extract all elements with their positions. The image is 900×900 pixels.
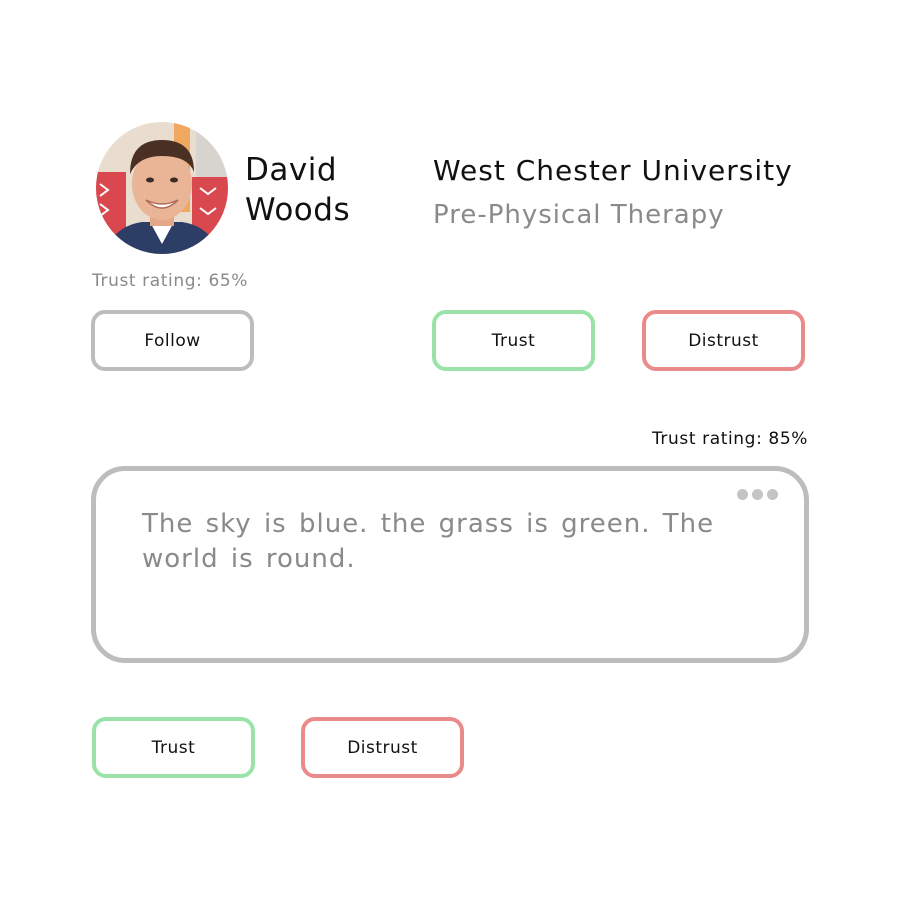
profile-first-name: David — [245, 152, 338, 188]
profile-major: Pre-Physical Therapy — [433, 200, 725, 230]
profile-trust-rating: Trust rating: 65% — [92, 271, 249, 291]
profile-last-name: Woods — [245, 192, 351, 228]
follow-button[interactable]: Follow — [91, 310, 254, 371]
profile-trust-button[interactable]: Trust — [432, 310, 595, 371]
avatar-photo — [96, 122, 228, 254]
avatar[interactable] — [96, 122, 228, 254]
post-text: The sky is blue. the grass is green. The… — [142, 509, 715, 574]
dot — [752, 489, 763, 500]
dot — [767, 489, 778, 500]
post-trust-button[interactable]: Trust — [92, 717, 255, 778]
post-trust-rating: Trust rating: 85% — [651, 429, 808, 449]
post-distrust-button[interactable]: Distrust — [301, 717, 464, 778]
profile-name: David Woods — [245, 150, 350, 230]
more-dots-icon[interactable] — [737, 489, 778, 500]
post-card: The sky is blue. the grass is green. The… — [91, 466, 809, 663]
profile-distrust-button[interactable]: Distrust — [642, 310, 805, 371]
dot — [737, 489, 748, 500]
profile-school: West Chester University — [433, 154, 793, 187]
